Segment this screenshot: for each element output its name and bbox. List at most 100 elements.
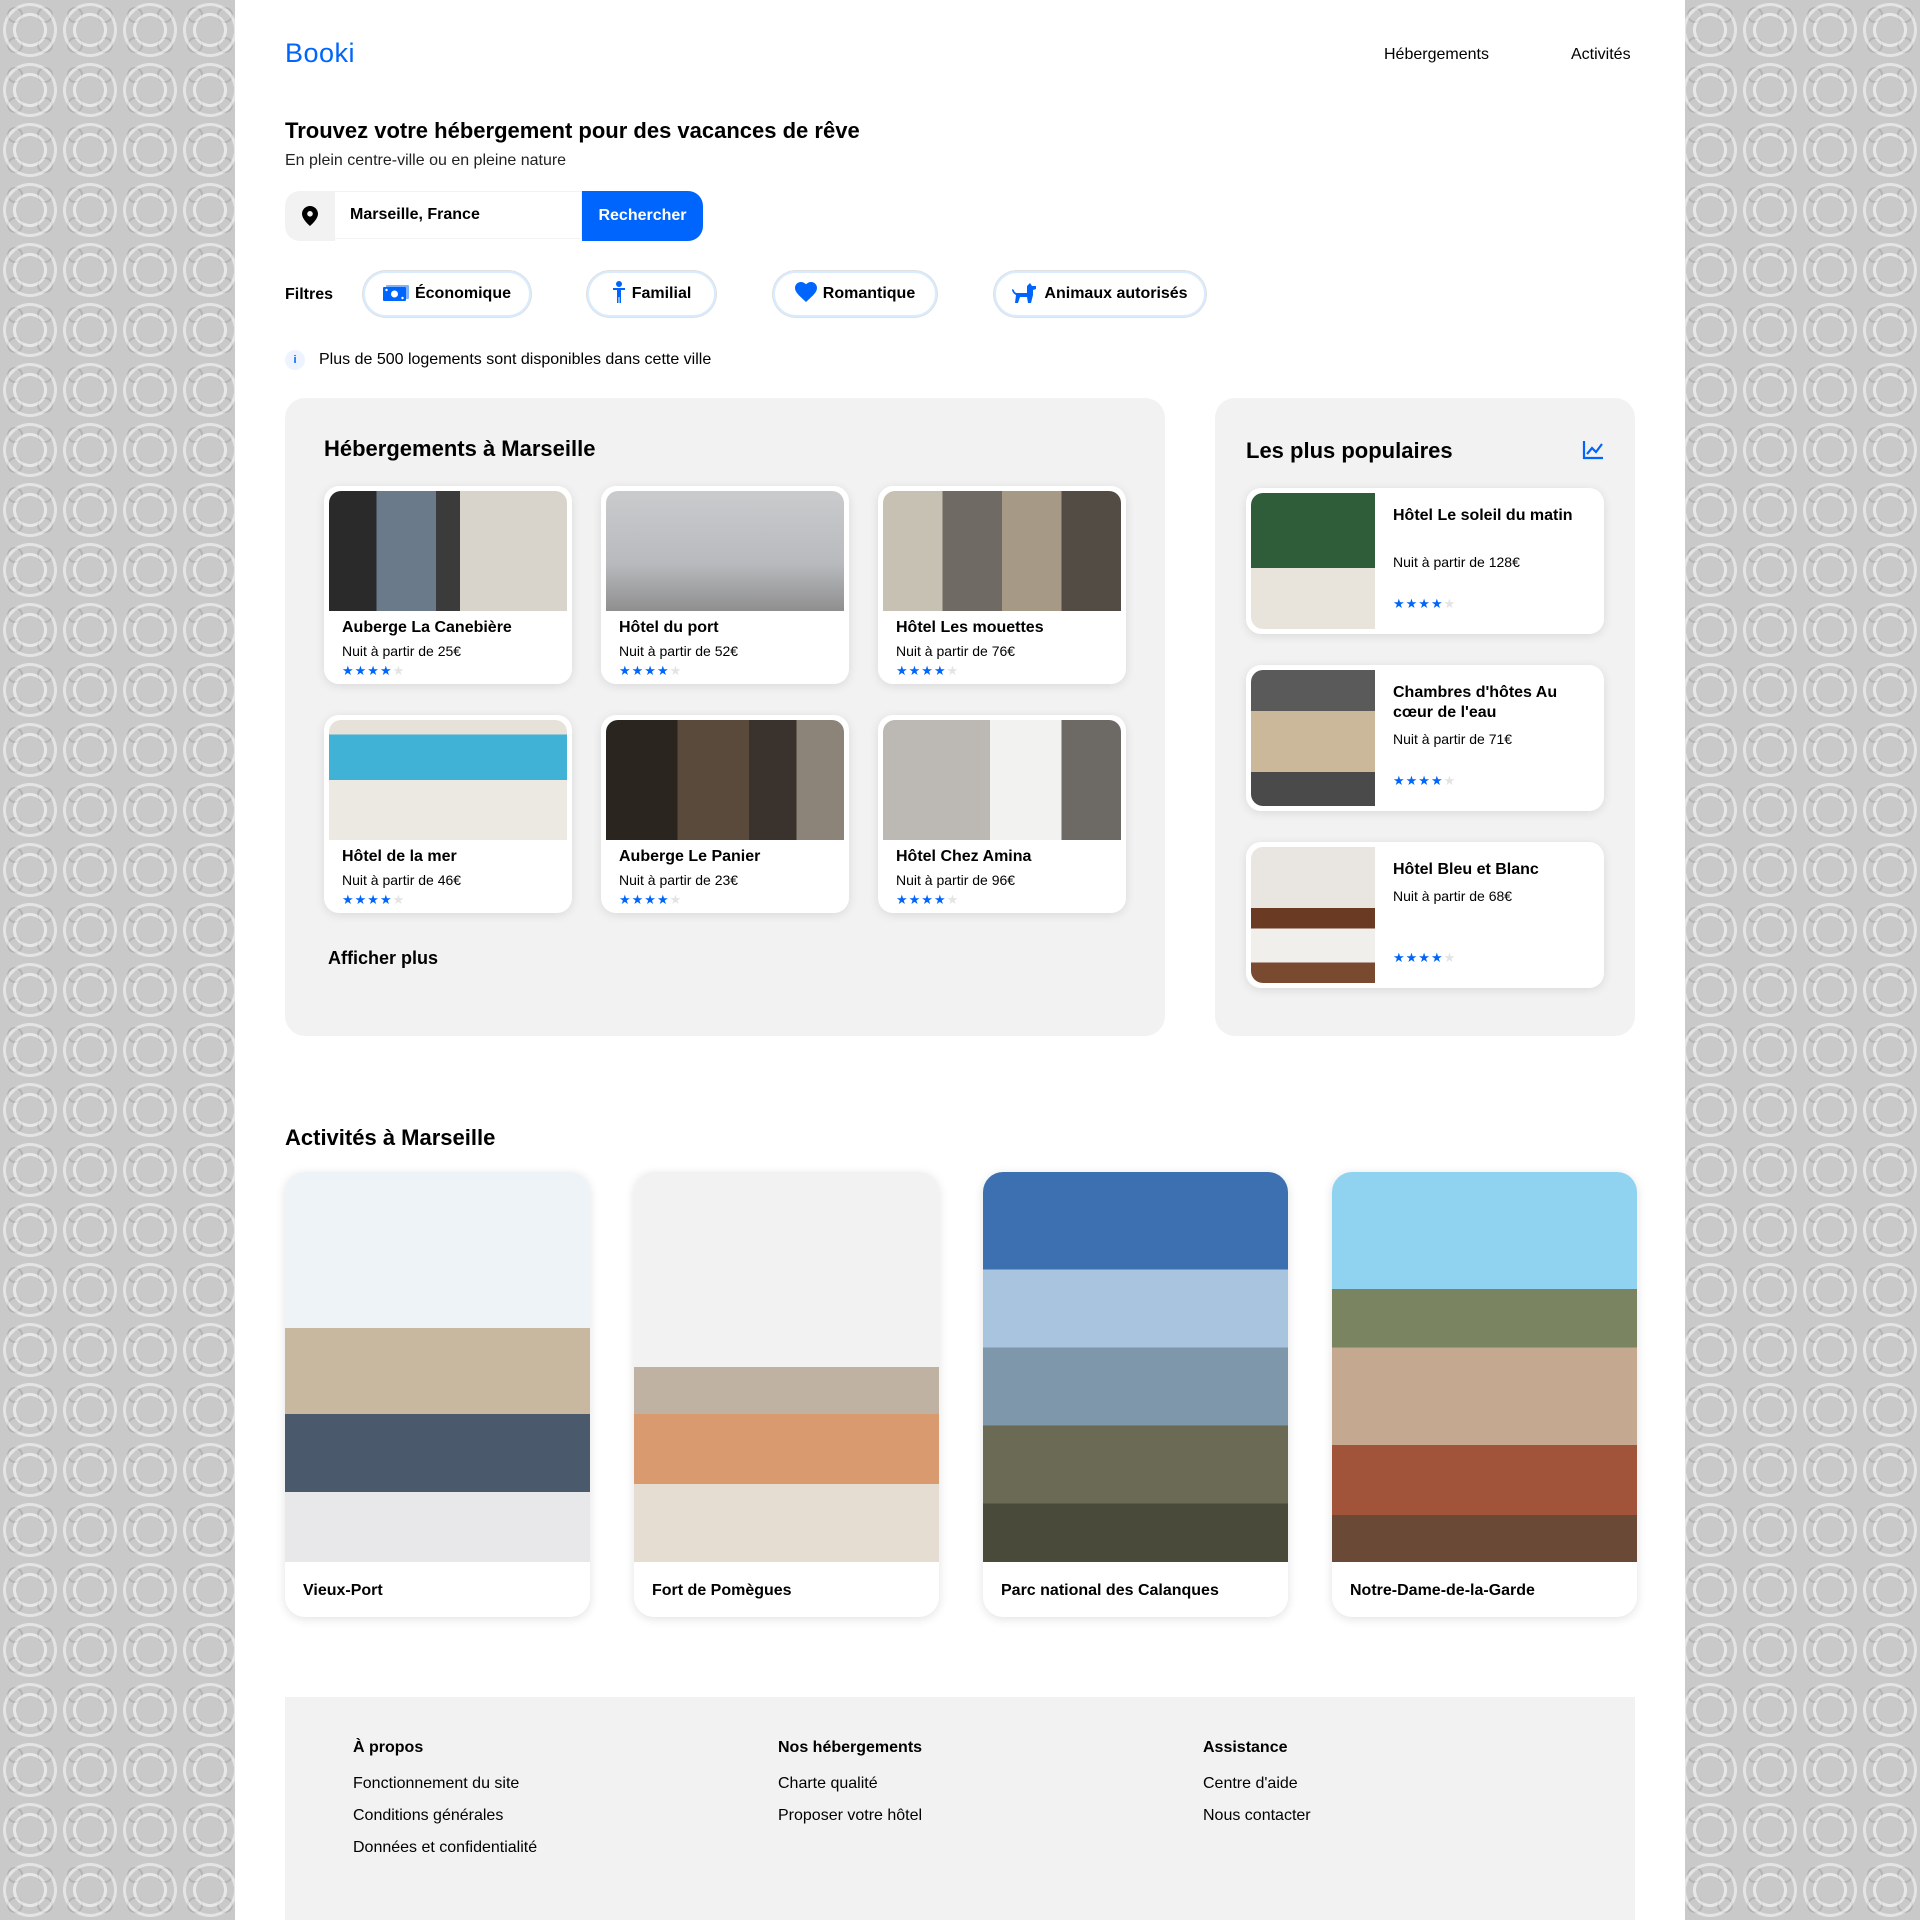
search-input[interactable] xyxy=(335,191,582,239)
popular-image xyxy=(1251,670,1375,806)
activity-card[interactable]: Fort de Pomègues xyxy=(634,1172,939,1617)
activity-name: Fort de Pomègues xyxy=(652,1582,792,1599)
popular-title: Les plus populaires xyxy=(1246,438,1453,463)
rating-stars: ★★★★★ xyxy=(619,892,683,907)
activity-card[interactable]: Notre-Dame-de-la-Garde xyxy=(1332,1172,1637,1617)
accommodation-card[interactable]: Auberge Le Panier Nuit à partir de 23€ ★… xyxy=(601,715,849,913)
rating-stars: ★★★★★ xyxy=(896,663,960,678)
activity-image xyxy=(1332,1172,1637,1562)
accommodations-section: Hébergements à Marseille Auberge La Cane… xyxy=(285,398,1165,1036)
activity-name: Parc national des Calanques xyxy=(1001,1582,1219,1599)
filter-label: Romantique xyxy=(822,285,916,302)
accommodations-title: Hébergements à Marseille xyxy=(324,436,596,461)
show-more-link[interactable]: Afficher plus xyxy=(328,948,438,969)
search-bar: Rechercher xyxy=(285,191,703,241)
filter-familial[interactable]: Familial xyxy=(587,271,716,317)
popular-price: Nuit à partir de 68€ xyxy=(1393,888,1513,904)
popular-card[interactable]: Chambres d'hôtes Au cœur de l'eau Nuit à… xyxy=(1246,665,1604,811)
popular-price: Nuit à partir de 128€ xyxy=(1393,554,1520,570)
rating-stars: ★★★★★ xyxy=(896,892,960,907)
booki-logo[interactable]: Booki xyxy=(285,38,355,69)
filter-romantique[interactable]: Romantique xyxy=(773,271,937,317)
footer: À propos Fonctionnement du site Conditio… xyxy=(285,1697,1635,1920)
accommodation-name: Hôtel de la mer xyxy=(342,848,457,865)
activity-image xyxy=(634,1172,939,1562)
page-subtitle: En plein centre-ville ou en pleine natur… xyxy=(285,152,567,169)
footer-link[interactable]: Fonctionnement du site xyxy=(353,1775,537,1793)
filter-label: Économique xyxy=(414,285,511,302)
dog-icon xyxy=(1012,281,1038,308)
footer-column-about: À propos Fonctionnement du site Conditio… xyxy=(353,1739,537,1871)
accommodation-card[interactable]: Hôtel Les mouettes Nuit à partir de 76€ … xyxy=(878,486,1126,684)
nav-link-activites[interactable]: Activités xyxy=(1571,46,1631,64)
accommodation-card[interactable]: Hôtel Chez Amina Nuit à partir de 96€ ★★… xyxy=(878,715,1126,913)
footer-link[interactable]: Données et confidentialité xyxy=(353,1839,537,1857)
activity-name: Vieux-Port xyxy=(303,1582,383,1599)
activity-name: Notre-Dame-de-la-Garde xyxy=(1350,1582,1535,1599)
footer-heading: À propos xyxy=(353,1739,424,1756)
map-pin-icon xyxy=(285,191,335,241)
filters-label: Filtres xyxy=(285,286,334,303)
footer-heading: Nos hébergements xyxy=(778,1739,923,1756)
footer-link[interactable]: Proposer votre hôtel xyxy=(778,1807,922,1825)
money-icon xyxy=(382,283,409,306)
activity-card[interactable]: Parc national des Calanques xyxy=(983,1172,1288,1617)
accommodation-price: Nuit à partir de 25€ xyxy=(342,643,462,659)
accommodation-price: Nuit à partir de 76€ xyxy=(896,643,1016,659)
accommodation-name: Hôtel Les mouettes xyxy=(896,619,1044,636)
accommodation-image xyxy=(606,491,844,611)
accommodation-name: Auberge La Canebière xyxy=(342,619,512,636)
popular-price: Nuit à partir de 71€ xyxy=(1393,731,1513,747)
popular-image xyxy=(1251,847,1375,983)
footer-link[interactable]: Centre d'aide xyxy=(1203,1775,1311,1793)
accommodation-card[interactable]: Auberge La Canebière Nuit à partir de 25… xyxy=(324,486,572,684)
accommodation-image xyxy=(883,491,1121,611)
popular-name: Hôtel Bleu et Blanc xyxy=(1393,861,1539,878)
accommodation-image xyxy=(883,720,1121,840)
page-title: Trouvez votre hébergement pour des vacan… xyxy=(285,118,860,143)
footer-link[interactable]: Conditions générales xyxy=(353,1807,537,1825)
footer-heading: Assistance xyxy=(1203,1739,1288,1756)
accommodation-image xyxy=(329,491,567,611)
activities-title: Activités à Marseille xyxy=(285,1125,496,1150)
accommodation-image xyxy=(606,720,844,840)
rating-stars: ★★★★★ xyxy=(342,663,406,678)
accommodation-card[interactable]: Hôtel de la mer Nuit à partir de 46€ ★★★… xyxy=(324,715,572,913)
rating-stars: ★★★★★ xyxy=(1393,773,1457,788)
footer-link[interactable]: Charte qualité xyxy=(778,1775,922,1793)
accommodation-name: Auberge Le Panier xyxy=(619,848,761,865)
rating-stars: ★★★★★ xyxy=(1393,596,1457,611)
filter-economique[interactable]: Économique xyxy=(363,271,531,317)
nav-link-hebergements[interactable]: Hébergements xyxy=(1384,46,1489,64)
activity-image xyxy=(983,1172,1288,1562)
search-button[interactable]: Rechercher xyxy=(582,191,703,241)
trend-chart-icon xyxy=(1582,440,1604,465)
activity-card[interactable]: Vieux-Port xyxy=(285,1172,590,1617)
accommodation-image xyxy=(329,720,567,840)
accommodation-price: Nuit à partir de 46€ xyxy=(342,872,462,888)
popular-card[interactable]: Hôtel Le soleil du matin Nuit à partir d… xyxy=(1246,488,1604,634)
popular-name: Chambres d'hôtes Au cœur de l'eau xyxy=(1393,684,1558,721)
filter-label: Animaux autorisés xyxy=(1044,285,1188,302)
info-icon: i xyxy=(285,350,305,370)
popular-image xyxy=(1251,493,1375,629)
filter-label: Familial xyxy=(631,285,692,302)
footer-column-assistance: Assistance Centre d'aide Nous contacter xyxy=(1203,1739,1311,1839)
rating-stars: ★★★★★ xyxy=(1393,950,1457,965)
accommodation-price: Nuit à partir de 23€ xyxy=(619,872,739,888)
rating-stars: ★★★★★ xyxy=(342,892,406,907)
info-message: i Plus de 500 logements sont disponibles… xyxy=(285,350,711,370)
accommodation-card[interactable]: Hôtel du port Nuit à partir de 52€ ★★★★★ xyxy=(601,486,849,684)
filter-animaux-autorises[interactable]: Animaux autorisés xyxy=(994,271,1206,317)
popular-section: Les plus populaires Hôtel Le soleil du m… xyxy=(1215,398,1635,1036)
footer-link[interactable]: Nous contacter xyxy=(1203,1807,1311,1825)
popular-name: Hôtel Le soleil du matin xyxy=(1393,507,1573,524)
rating-stars: ★★★★★ xyxy=(619,663,683,678)
accommodation-price: Nuit à partir de 52€ xyxy=(619,643,739,659)
footer-column-accommodations: Nos hébergements Charte qualité Proposer… xyxy=(778,1739,922,1839)
info-text: Plus de 500 logements sont disponibles d… xyxy=(319,351,712,368)
activity-image xyxy=(285,1172,590,1562)
accommodation-name: Hôtel du port xyxy=(619,619,719,636)
accommodation-price: Nuit à partir de 96€ xyxy=(896,872,1016,888)
popular-card[interactable]: Hôtel Bleu et Blanc Nuit à partir de 68€… xyxy=(1246,842,1604,988)
